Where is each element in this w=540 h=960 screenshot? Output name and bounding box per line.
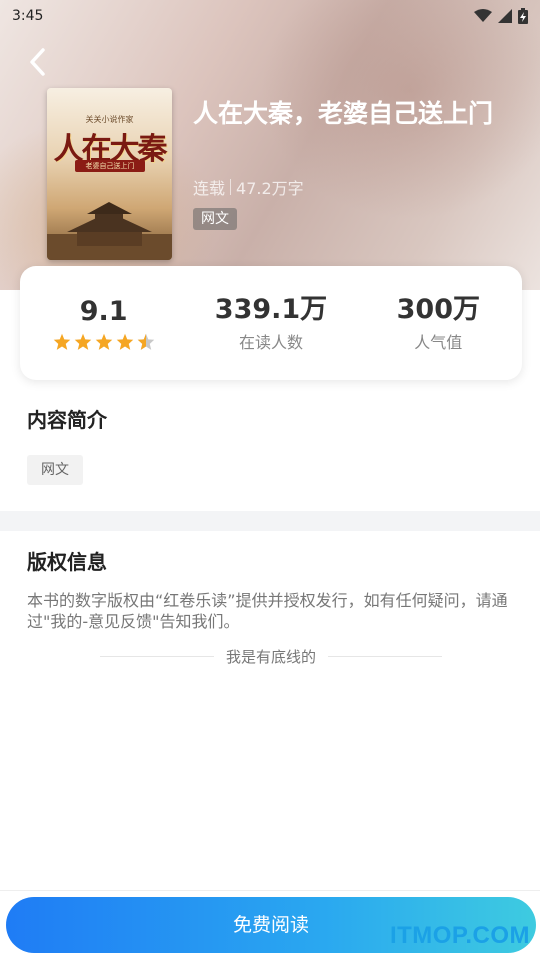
footer-divider	[0, 890, 540, 891]
book-title: 人在大秦，老婆自己送上门	[193, 99, 494, 128]
popularity-label: 人气值	[414, 333, 463, 352]
end-of-content-line: 我是有底线的	[100, 646, 443, 667]
rating-stat: 9.1	[24, 295, 184, 351]
readers-stat: 339.1万 在读人数	[191, 293, 351, 353]
signal-icon	[498, 9, 512, 23]
star-half-icon	[137, 333, 154, 350]
star-full-icon	[95, 333, 112, 350]
end-of-content-text: 我是有底线的	[226, 648, 317, 666]
meta-divider	[230, 179, 232, 195]
divider-right	[328, 656, 443, 657]
battery-icon	[518, 8, 528, 24]
readers-label: 在读人数	[238, 333, 303, 352]
chevron-left-icon	[30, 48, 45, 76]
readers-value: 339.1万	[214, 294, 328, 325]
intro-tag[interactable]: 网文	[27, 455, 83, 485]
book-meta: 连载 47.2万字	[193, 175, 304, 199]
stats-card: 9.1 339.1万 在读人数 300万 人气值	[20, 266, 522, 380]
copyright-heading: 版权信息	[27, 550, 107, 574]
star-full-icon	[116, 333, 133, 350]
section-divider	[0, 511, 540, 531]
book-cover[interactable]: 关关小说作家 人在大秦 老婆自己送上门	[47, 88, 172, 260]
status-bar: 3:45	[0, 0, 540, 32]
rating-value: 9.1	[79, 296, 128, 327]
intro-heading: 内容简介	[27, 408, 107, 432]
star-full-icon	[53, 333, 70, 350]
back-button[interactable]	[22, 44, 52, 80]
wifi-icon	[474, 9, 492, 22]
star-full-icon	[74, 333, 91, 350]
popularity-value: 300万	[396, 294, 480, 325]
book-status: 连载	[193, 179, 226, 198]
cover-subtitle-text: 老婆自己送上门	[75, 160, 145, 172]
book-word-count: 47.2万字	[236, 179, 304, 198]
popularity-stat: 300万 人气值	[358, 293, 518, 353]
divider-left	[100, 656, 214, 657]
copyright-text: 本书的数字版权由“红卷乐读”提供并授权发行，如有任何疑问，请通过"我的-意见反馈…	[27, 591, 508, 631]
status-time: 3:45	[12, 8, 44, 24]
category-tag[interactable]: 网文	[193, 208, 237, 230]
watermark: ITMOP.COM	[389, 922, 530, 949]
status-icons	[474, 8, 528, 24]
rating-stars	[24, 333, 184, 351]
palace-illustration-icon	[47, 202, 172, 260]
